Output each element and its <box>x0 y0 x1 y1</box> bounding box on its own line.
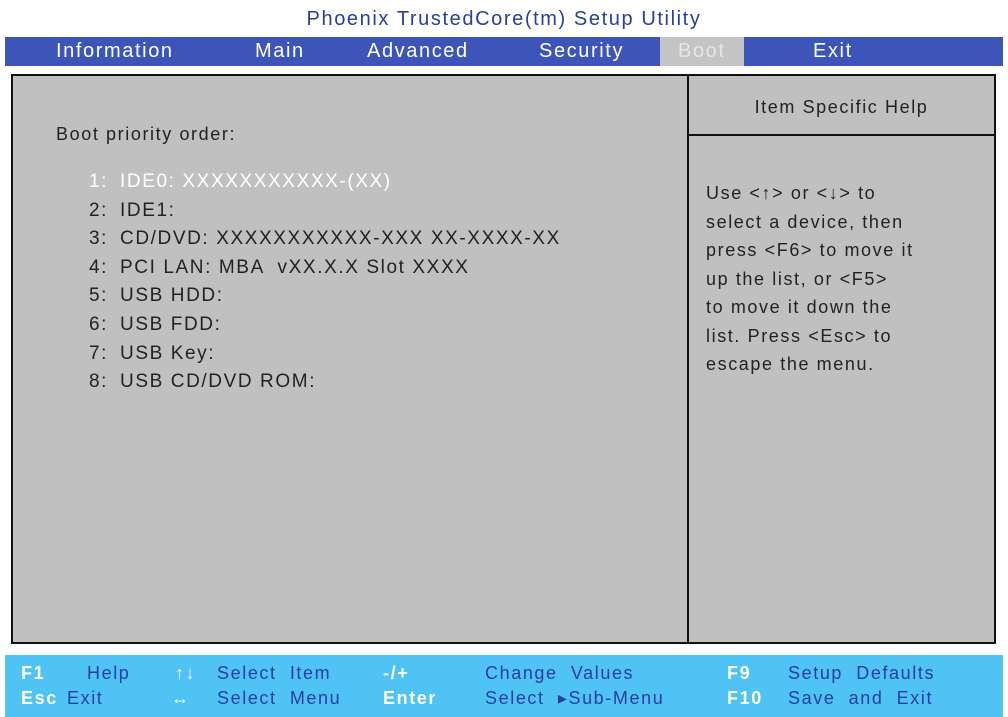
boot-item-2[interactable]: 2: IDE1: <box>75 200 561 229</box>
boot-item-1[interactable]: 1: IDE0: XXXXXXXXXXX-(XX) <box>75 171 561 200</box>
help-text: Use <↑> or <↓> to select a device, then … <box>706 183 914 374</box>
boot-item-number: 6: <box>88 313 108 335</box>
boot-item-number: 8: <box>88 371 108 393</box>
save-and-exit-label: Save and Exit <box>788 688 934 708</box>
boot-item-device: IDE1: <box>120 199 176 221</box>
left-right-arrow-icon: ↔ <box>171 688 191 708</box>
boot-item-number: 5: <box>88 285 108 307</box>
panel-divider <box>687 76 689 642</box>
f1-label: Help <box>87 663 131 683</box>
boot-item-number: 4: <box>88 256 108 278</box>
f10-key[interactable]: F10 <box>727 688 763 709</box>
tab-exit[interactable]: Exit <box>813 37 853 66</box>
f1-key[interactable]: F1 <box>21 663 45 684</box>
boot-item-device: IDE0: XXXXXXXXXXX-(XX) <box>120 171 392 192</box>
setup-defaults-label: Setup Defaults <box>788 663 936 683</box>
boot-item-number: 1: <box>88 171 108 192</box>
select-item-label: Select Item <box>217 663 332 683</box>
boot-priority-label: Boot priority order: <box>56 124 237 144</box>
boot-item-device: USB CD/DVD ROM: <box>120 371 317 393</box>
tab-main[interactable]: Main <box>255 37 305 66</box>
menu-bar: Information Main Advanced Security Boot … <box>5 37 1003 66</box>
boot-item-3[interactable]: 3: CD/DVD: XXXXXXXXXXX-XXX XX-XXXX-XX <box>75 228 561 257</box>
boot-item-8[interactable]: 8: USB CD/DVD ROM: <box>75 371 561 400</box>
help-divider <box>689 134 994 136</box>
boot-item-device: USB Key: <box>120 342 216 364</box>
esc-key[interactable]: Esc <box>21 688 58 709</box>
boot-item-number: 3: <box>88 228 108 250</box>
boot-item-number: 2: <box>88 199 108 221</box>
tab-information[interactable]: Information <box>56 37 174 66</box>
tab-boot[interactable]: Boot <box>660 37 744 66</box>
boot-item-number: 7: <box>88 342 108 364</box>
help-title: Item Specific Help <box>754 97 929 117</box>
boot-item-6[interactable]: 6: USB FDD: <box>75 314 561 343</box>
key-legend-bar: F1 Help ↑↓ Select Item -/+ Change Values… <box>5 655 1003 717</box>
boot-item-device: USB FDD: <box>120 313 222 335</box>
enter-key[interactable]: Enter <box>383 688 437 709</box>
boot-panel: Boot priority order: 1: IDE0: XXXXXXXXXXX… <box>11 74 996 644</box>
window-title: Phoenix TrustedCore(tm) Setup Utility <box>306 8 702 30</box>
tab-advanced[interactable]: Advanced <box>367 37 469 66</box>
change-values-label: Change Values <box>485 663 635 683</box>
boot-item-device: USB HDD: <box>120 285 224 307</box>
select-submenu-label: Select ▸Sub-Menu <box>485 688 665 708</box>
tab-security[interactable]: Security <box>539 37 624 66</box>
esc-label: Exit <box>67 688 104 708</box>
boot-item-device: CD/DVD: XXXXXXXXXXX-XXX XX-XXXX-XX <box>120 228 561 250</box>
boot-item-5[interactable]: 5: USB HDD: <box>75 285 561 314</box>
plus-minus-key[interactable]: -/+ <box>383 663 409 684</box>
boot-item-7[interactable]: 7: USB Key: <box>75 343 561 372</box>
f9-key[interactable]: F9 <box>727 663 751 684</box>
boot-item-device: PCI LAN: MBA vXX.X.X Slot XXXX <box>120 256 470 278</box>
boot-device-list: 1: IDE0: XXXXXXXXXXX-(XX) 2: IDE1: 3: CD/DV… <box>75 171 561 400</box>
select-menu-label: Select Menu <box>217 688 342 708</box>
boot-item-4[interactable]: 4: PCI LAN: MBA vXX.X.X Slot XXXX <box>75 257 561 286</box>
up-down-arrows-icon: ↑↓ <box>175 663 197 683</box>
